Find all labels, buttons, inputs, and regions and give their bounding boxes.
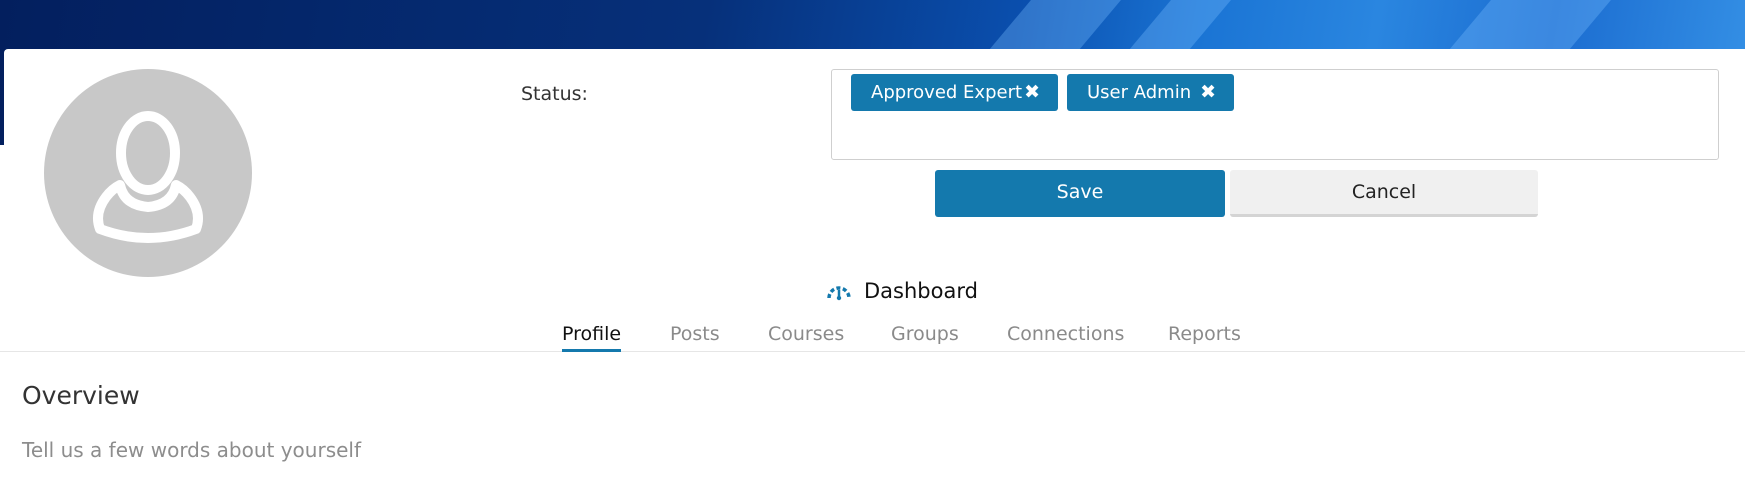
dashboard-link[interactable]: Dashboard xyxy=(826,276,978,306)
tab-profile[interactable]: Profile xyxy=(562,323,622,352)
status-tag-approved-expert: Approved Expert ✖ xyxy=(851,74,1058,111)
status-tag-input[interactable]: Approved Expert ✖ User Admin ✖ xyxy=(831,69,1719,160)
gauge-icon xyxy=(827,286,851,301)
status-label: Status: xyxy=(521,83,588,105)
tag-label: User Admin xyxy=(1087,82,1192,103)
save-button[interactable]: Save xyxy=(935,170,1225,217)
cancel-button[interactable]: Cancel xyxy=(1230,170,1538,217)
avatar[interactable] xyxy=(44,69,252,277)
remove-tag-icon[interactable]: ✖ xyxy=(1024,74,1040,111)
tab-courses[interactable]: Courses xyxy=(768,323,844,352)
banner-streak xyxy=(989,0,1121,50)
about-placeholder[interactable]: Tell us a few words about yourself xyxy=(22,438,361,462)
tab-groups[interactable]: Groups xyxy=(891,323,959,352)
banner-streak xyxy=(1129,0,1231,50)
tab-connections[interactable]: Connections xyxy=(1007,323,1124,352)
tab-reports[interactable]: Reports xyxy=(1168,323,1241,352)
overview-heading: Overview xyxy=(22,381,140,410)
user-silhouette-icon xyxy=(93,111,203,243)
status-tag-user-admin: User Admin ✖ xyxy=(1067,74,1234,111)
remove-tag-icon[interactable]: ✖ xyxy=(1200,74,1216,111)
tag-label: Approved Expert xyxy=(871,82,1023,103)
profile-tabs: Profile Posts Courses Groups Connections… xyxy=(0,320,1745,352)
dashboard-label: Dashboard xyxy=(864,279,978,303)
banner-streak xyxy=(1449,0,1611,50)
tab-posts[interactable]: Posts xyxy=(670,323,720,352)
